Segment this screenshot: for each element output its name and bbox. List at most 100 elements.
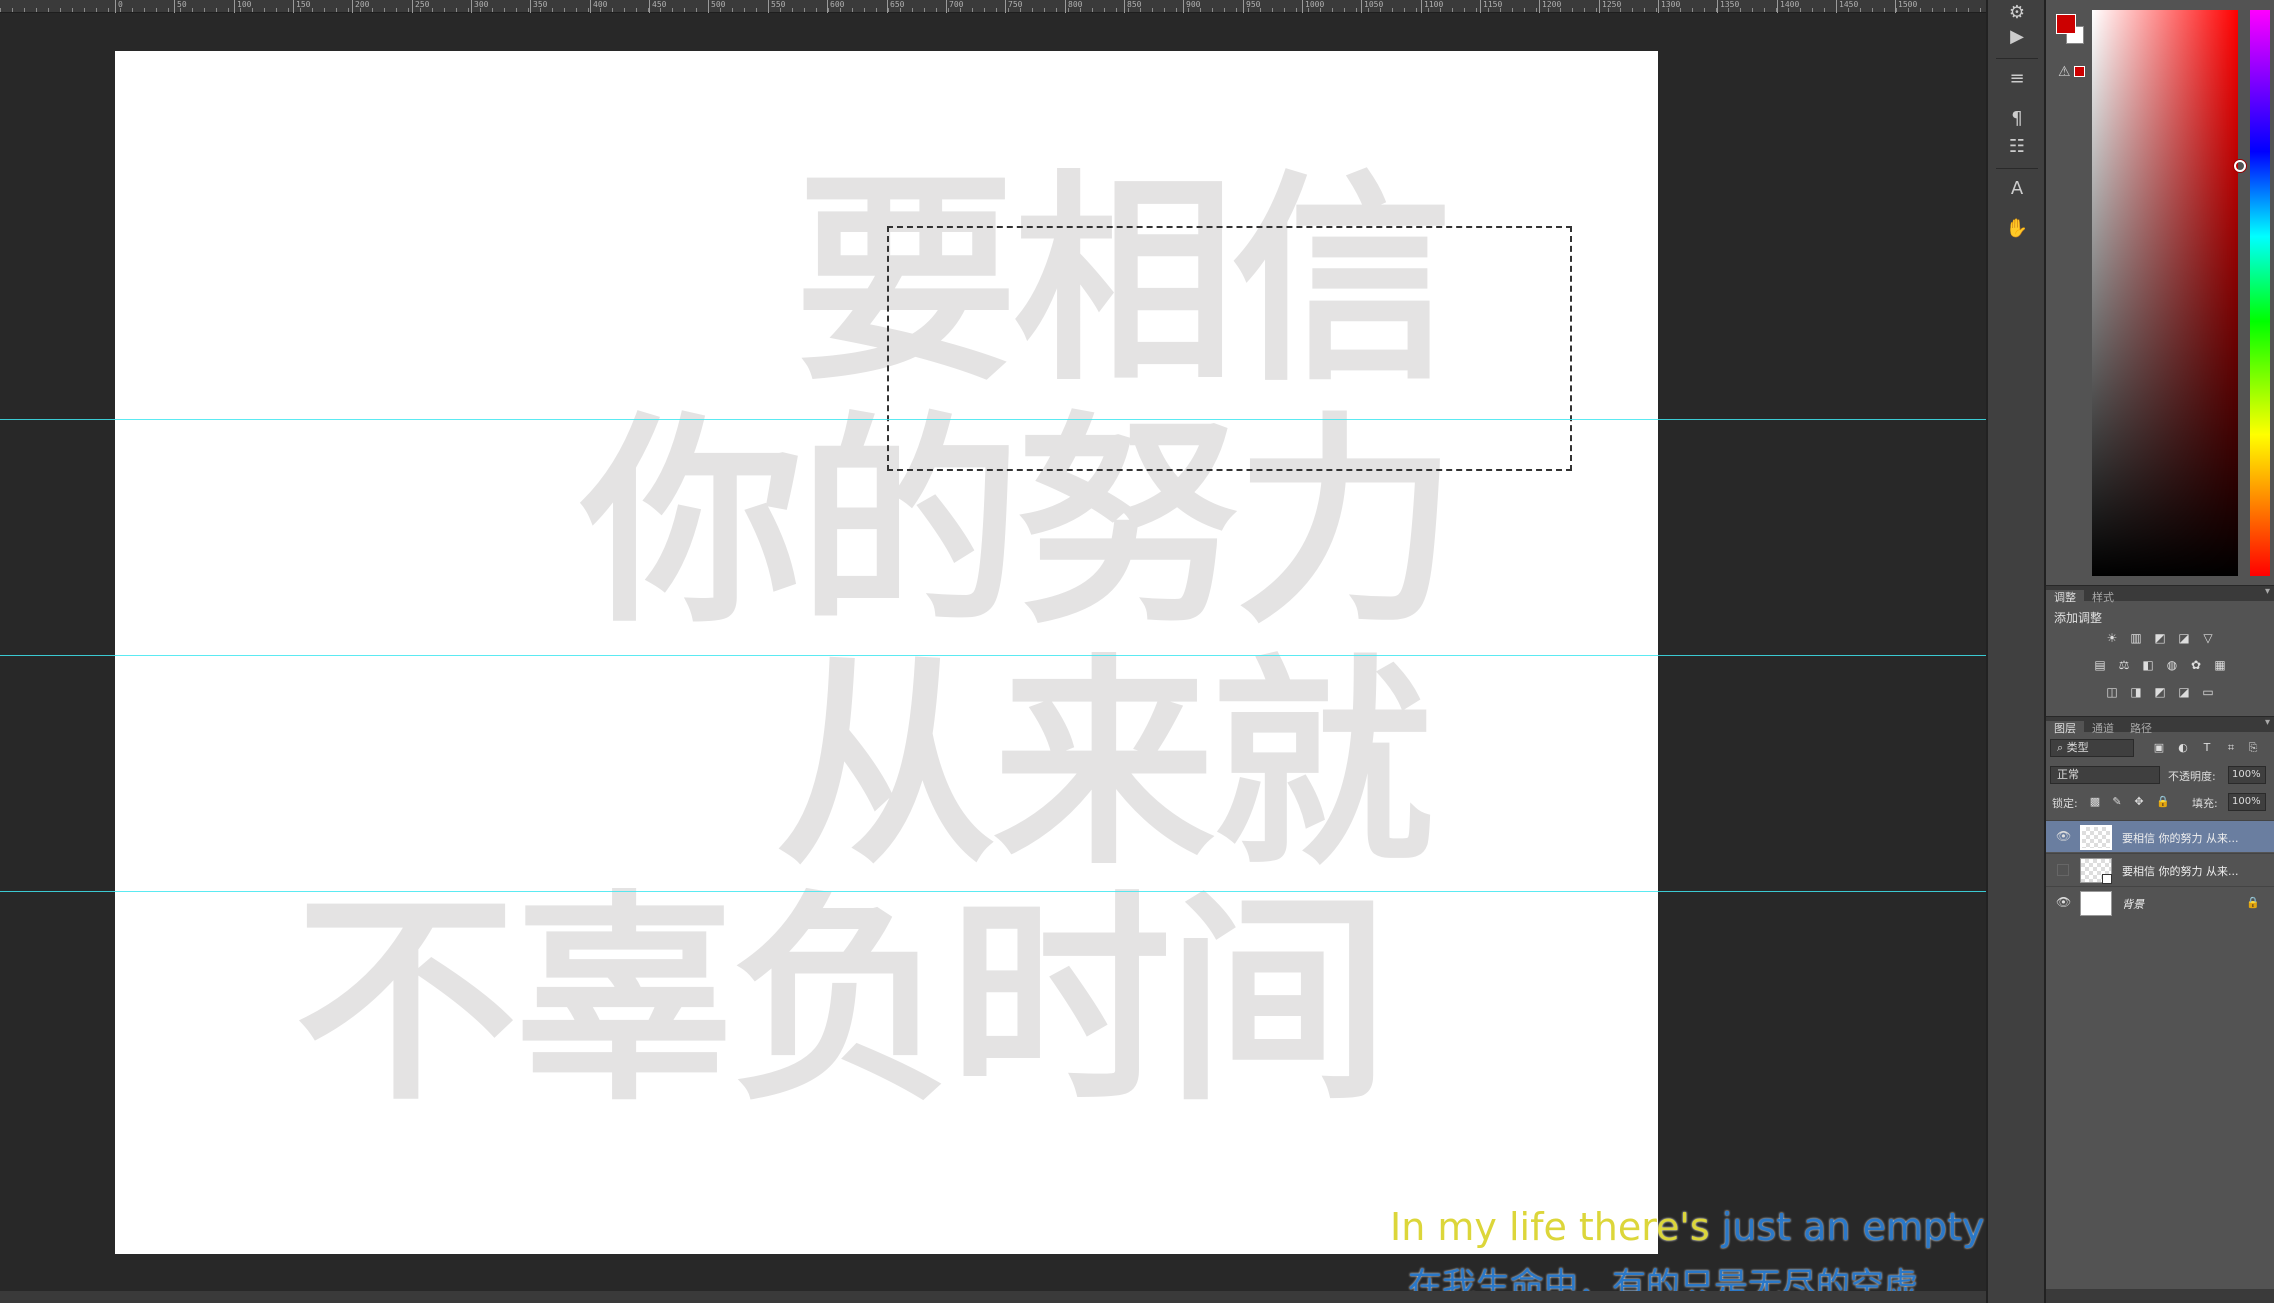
tab-adjustments[interactable]: 调整 (2046, 590, 2084, 606)
brightness-icon[interactable]: ☀ (2104, 631, 2120, 645)
document-workspace[interactable]: 0 50 100 150 200 250 300 350 400 450 500 550 600 650 7… (0, 0, 1986, 1303)
lock-position-icon[interactable]: ✥ (2132, 795, 2146, 809)
foreground-color-swatch[interactable] (2056, 14, 2076, 34)
guide-line-1[interactable] (0, 419, 1986, 420)
ruler-tick-label: 650 (890, 0, 905, 9)
gradient-map-icon[interactable]: ▭ (2200, 685, 2216, 699)
ruler-tick-label: 700 (949, 0, 964, 9)
ruler-tick-label: 550 (771, 0, 786, 9)
ruler-tick (115, 0, 116, 13)
lock-all-icon[interactable]: 🔒 (2156, 795, 2170, 809)
marquee-selection[interactable] (887, 226, 1572, 471)
document-canvas[interactable]: 要相信 你的努力 从来就 不辜负时间 (115, 51, 1658, 1254)
color-balance-icon[interactable]: ⚖ (2116, 658, 2132, 672)
visibility-toggle-off[interactable] (2057, 864, 2069, 876)
adjustment-row-1: ☀ ▥ ◩ ◪ ▽ (2046, 631, 2274, 645)
blend-mode-select[interactable]: 正常 (2050, 766, 2160, 784)
selective-color-icon[interactable]: ◪ (2176, 685, 2192, 699)
adjustment-row-3: ◫ ◨ ◩ ◪ ▭ (2046, 685, 2274, 699)
black-white-icon[interactable]: ◧ (2140, 658, 2156, 672)
eye-icon[interactable]: 👁 (2056, 829, 2071, 843)
filter-adjustment-icon[interactable]: ◐ (2176, 741, 2190, 755)
fill-input[interactable]: 100% (2228, 793, 2266, 811)
ruler-tick (1658, 0, 1659, 13)
filter-shape-icon[interactable]: ⌗ (2224, 741, 2238, 755)
layer-name[interactable]: 要相信 你的努力 从来... (2122, 863, 2252, 879)
channel-mixer-icon[interactable]: ✿ (2188, 658, 2204, 672)
ruler-tick-label: 850 (1127, 0, 1142, 9)
panel-menu-icon[interactable]: ▾ (2265, 586, 2270, 597)
eye-icon[interactable]: 👁 (2056, 895, 2071, 909)
ruler-tick (1005, 0, 1006, 13)
ruler-tick (1065, 0, 1066, 13)
ruler-tick-label: 500 (711, 0, 726, 9)
websafe-color-swatch[interactable] (2074, 66, 2085, 77)
ruler-tick (1361, 0, 1362, 13)
properties-icon[interactable]: ☷ (2004, 134, 2030, 160)
photo-filter-icon[interactable]: ◍ (2164, 658, 2180, 672)
threshold-icon[interactable]: ◩ (2152, 685, 2168, 699)
ruler-tick (234, 0, 235, 13)
filter-kind-select[interactable]: ⌕ 类型 (2050, 739, 2134, 757)
panel-menu-icon[interactable]: ▾ (2265, 717, 2270, 728)
guide-line-2[interactable] (0, 655, 1986, 656)
ruler-tick-label: 1050 (1364, 0, 1384, 9)
filter-smart-object-icon[interactable]: ⎘ (2246, 741, 2260, 755)
sliders-icon[interactable]: ≡ (2004, 66, 2030, 92)
ruler-tick (1539, 0, 1540, 13)
clone-source-icon[interactable]: ✋ (2004, 216, 2030, 242)
levels-icon[interactable]: ▥ (2128, 631, 2144, 645)
ruler-tick (530, 0, 531, 13)
horizontal-ruler[interactable]: 0 50 100 150 200 250 300 350 400 450 500 550 600 650 7… (0, 0, 1986, 13)
lock-transparent-icon[interactable]: ▩ (2088, 795, 2102, 809)
filter-type-icon[interactable]: T (2200, 741, 2214, 755)
invert-icon[interactable]: ◫ (2104, 685, 2120, 699)
ruler-tick-label: 1350 (1720, 0, 1740, 9)
filter-pixel-icon[interactable]: ▣ (2152, 741, 2166, 755)
ruler-tick-label: 400 (593, 0, 608, 9)
vibrance-icon[interactable]: ▽ (2200, 631, 2216, 645)
tab-channels[interactable]: 通道 (2084, 721, 2122, 737)
posterize-icon[interactable]: ◨ (2128, 685, 2144, 699)
saturation-brightness-field[interactable] (2092, 10, 2246, 576)
layer-filter-bar: ⌕ 类型 ▣ ◐ T ⌗ ⎘ (2046, 736, 2274, 762)
smart-object-badge-icon (2102, 874, 2112, 884)
curves-icon[interactable]: ◩ (2152, 631, 2168, 645)
character-icon[interactable]: A (2004, 176, 2030, 202)
opacity-input[interactable]: 100% (2228, 766, 2266, 784)
layer-row-text-copy[interactable]: 👁 要相信 你的努力 从来... (2046, 820, 2274, 852)
tab-paths[interactable]: 路径 (2122, 721, 2160, 737)
ruler-tick (1183, 0, 1184, 13)
foreground-background-swatches[interactable] (2056, 14, 2088, 46)
exposure-icon[interactable]: ◪ (2176, 631, 2192, 645)
color-lookup-icon[interactable]: ▦ (2212, 658, 2228, 672)
ruler-tick (471, 0, 472, 13)
hue-slider[interactable] (2250, 10, 2270, 576)
tab-styles[interactable]: 样式 (2084, 590, 2122, 606)
guide-line-3[interactable] (0, 891, 1986, 892)
layers-panel-footer[interactable] (2046, 1289, 2274, 1303)
color-picker-marker[interactable] (2234, 160, 2246, 172)
gamut-warning-icon[interactable]: ⚠ (2058, 64, 2071, 80)
ruler-tick-label: 200 (355, 0, 370, 9)
tab-layers[interactable]: 图层 (2046, 721, 2084, 737)
ruler-tick-label: 750 (1008, 0, 1023, 9)
lock-pixels-icon[interactable]: ✎ (2110, 795, 2124, 809)
ruler-tick-label: 600 (830, 0, 845, 9)
layers-tabs: 图层 通道 路径 ▾ (2046, 716, 2274, 737)
hue-saturation-icon[interactable]: ▤ (2092, 658, 2108, 672)
paragraph-icon[interactable]: ¶ (2004, 106, 2030, 132)
ruler-tick-label: 300 (474, 0, 489, 9)
ruler-tick-label: 150 (296, 0, 311, 9)
horizontal-scrollbar[interactable] (0, 1291, 1986, 1303)
ruler-tick-label: 1100 (1424, 0, 1444, 9)
ruler-tick (768, 0, 769, 13)
layer-name[interactable]: 背景 (2122, 896, 2252, 912)
layer-row-background[interactable]: 👁 背景 🔒 (2046, 886, 2274, 918)
ruler-tick (946, 0, 947, 13)
layer-row-text[interactable]: 要相信 你的努力 从来... (2046, 853, 2274, 885)
layer-name[interactable]: 要相信 你的努力 从来... (2122, 830, 2252, 846)
play-icon[interactable]: ▶ (2004, 24, 2030, 50)
history-icon[interactable]: ⚙ (2004, 0, 2030, 26)
adjustments-tabs: 调整 样式 ▾ (2046, 585, 2274, 606)
